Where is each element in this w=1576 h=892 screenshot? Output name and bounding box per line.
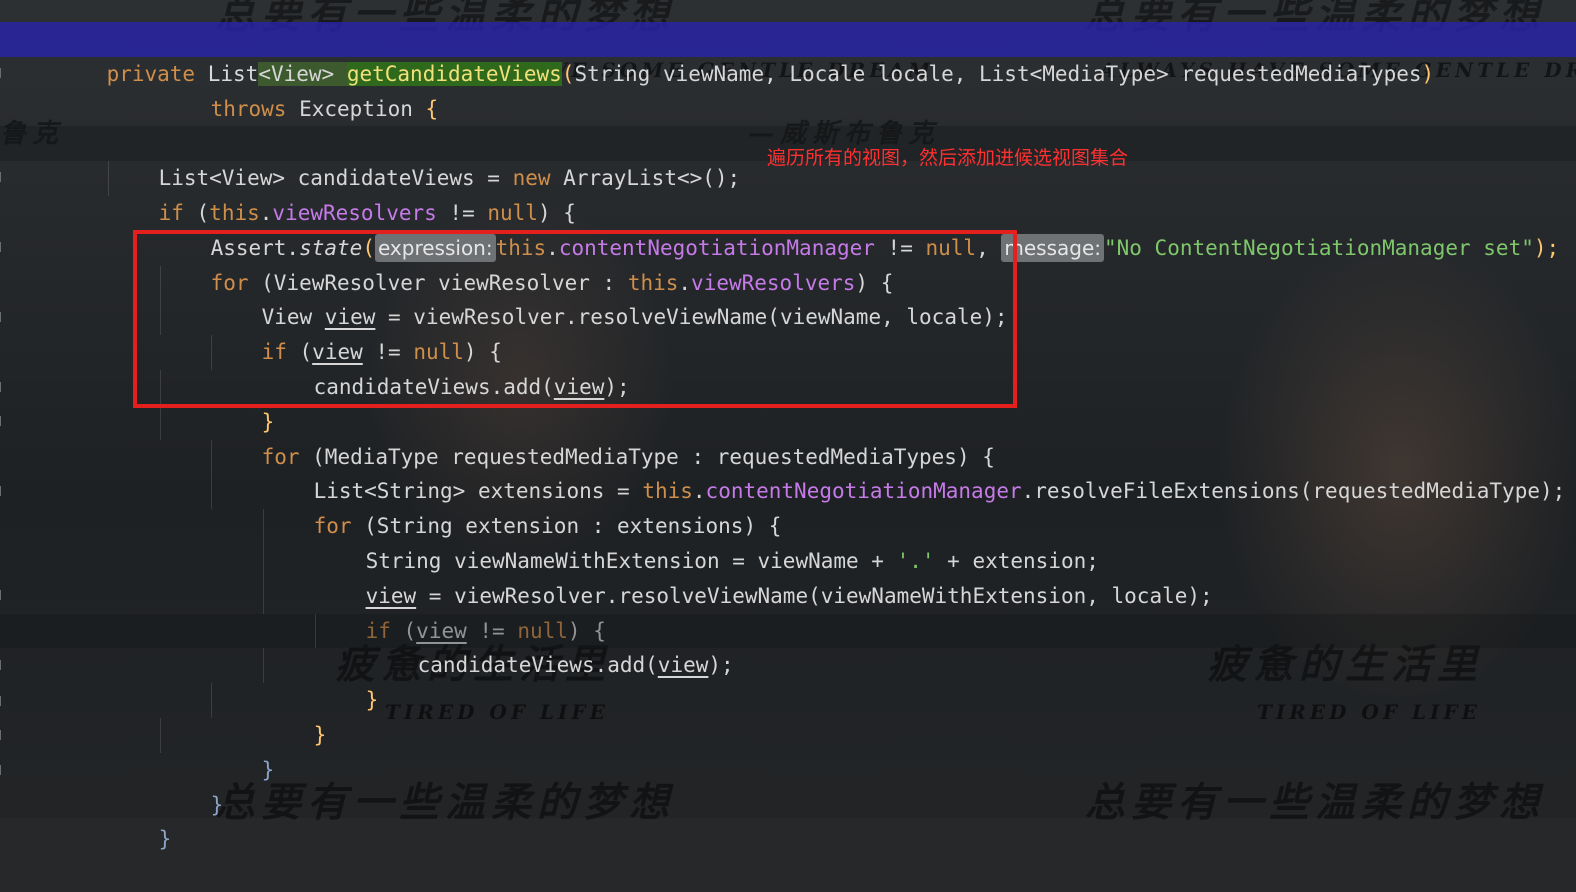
code-line[interactable]: private List<View> getCandidateViews(Str… [0,22,1576,86]
code-line[interactable]: } [0,717,1576,782]
indent-guide [263,648,264,684]
indent-guide [108,161,109,196]
code-line[interactable]: String viewNameWithExtension = viewName … [0,509,1576,573]
code-line[interactable]: } [0,683,1576,747]
indent-guide [160,404,161,440]
code-line[interactable]: } [0,753,1576,817]
code-line[interactable]: Assert.state(expression: this.contentNego… [0,196,1576,262]
code-line[interactable]: for (String extension : extensions) { [0,474,1576,538]
indent-guide [263,509,264,544]
indent-guide [315,613,316,649]
code-line[interactable]: for (MediaType requestedMediaType : requ… [0,404,1576,469]
indent-guide [263,543,264,579]
code-line[interactable]: view = viewResolver.resolveViewName(view… [0,543,1576,608]
code-line[interactable]: } [0,648,1576,712]
indent-guide [160,717,161,753]
indent-guide [211,474,212,510]
code-token: } [158,827,172,852]
code-line[interactable]: if (view != null) { [0,578,1576,643]
indent-guide [211,439,212,475]
annotation-highlight-box [133,230,1017,408]
annotation-note: 遍历所有的视图，然后添加进候选视图集合 [767,147,1129,169]
code-line[interactable]: } [0,788,1576,851]
indent-guide [263,578,264,614]
code-line[interactable] [0,92,1576,127]
code-line[interactable]: throws Exception { [0,57,1576,121]
code-line[interactable]: List<String> extensions = this.contentNe… [0,439,1576,503]
indent-guide [211,683,212,718]
code-line[interactable]: candidateViews.add(view); [0,613,1576,677]
